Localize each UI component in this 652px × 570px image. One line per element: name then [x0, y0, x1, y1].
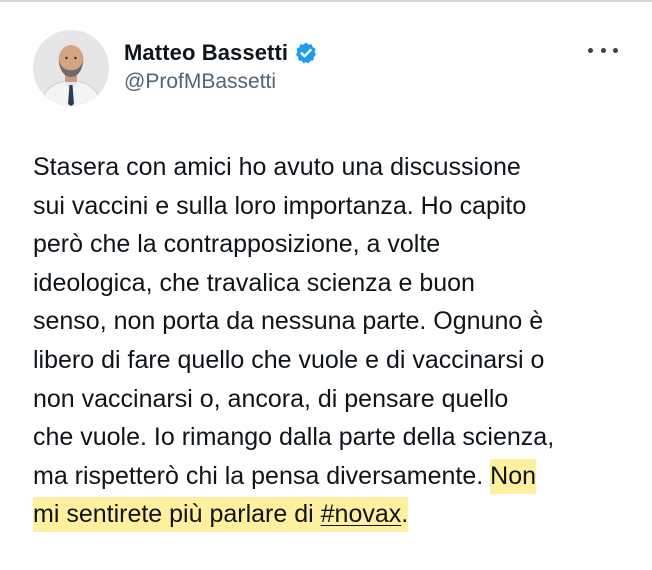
ellipsis-dot	[600, 47, 606, 53]
highlight-start: Non	[490, 461, 537, 490]
tweet-text-plain: Stasera con amici ho avuto una discussio…	[33, 153, 555, 490]
highlight-text-part: mi sentirete più parlare di	[33, 500, 321, 529]
highlighted-text: mi sentirete più parlare di #novax.	[33, 500, 409, 529]
author-name[interactable]: Matteo Bassetti	[124, 40, 288, 66]
tweet-card: Matteo Bassetti @ProfMBassetti Stasera c…	[0, 0, 652, 570]
highlight-period: .	[401, 500, 409, 529]
verified-badge-icon	[294, 41, 318, 65]
author-row: Matteo Bassetti	[124, 38, 318, 68]
ellipsis-dot	[588, 47, 593, 53]
avatar[interactable]	[33, 30, 109, 106]
tweet-text: Stasera con amici ho avuto una discussio…	[33, 148, 633, 534]
ellipsis-dot	[613, 47, 618, 53]
hashtag-link[interactable]: #novax	[321, 500, 402, 528]
author-handle[interactable]: @ProfMBassetti	[124, 70, 276, 94]
ellipsis-icon[interactable]	[588, 38, 618, 62]
avatar-image	[33, 30, 109, 106]
